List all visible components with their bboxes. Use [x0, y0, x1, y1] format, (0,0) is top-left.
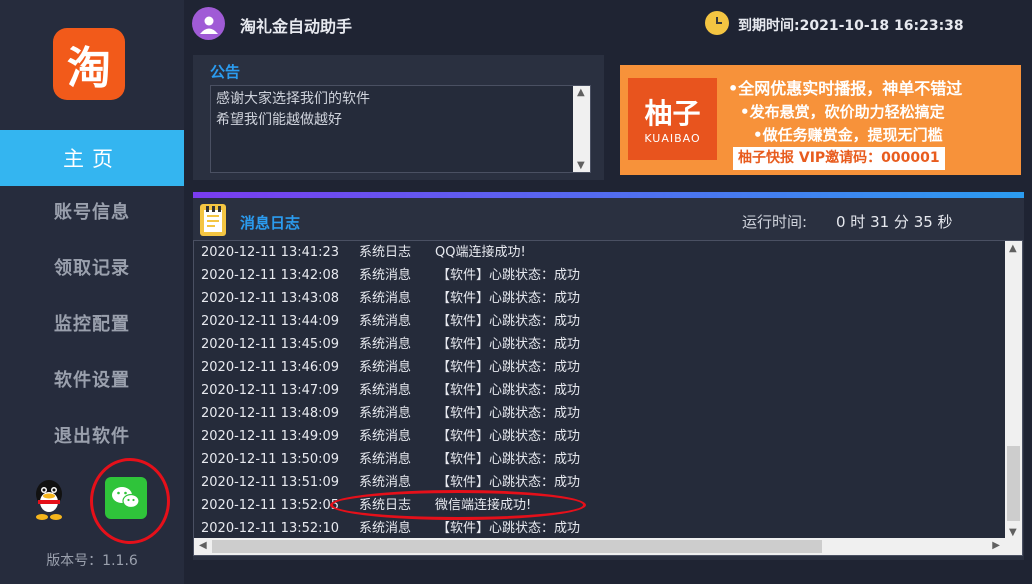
log-message: 【软件】心跳状态：成功 — [437, 429, 581, 444]
log-type: 系统消息 — [359, 268, 412, 283]
ad-logo-sub: KUAIBAO — [644, 132, 701, 145]
expiry-time: 到期时间:2021-10-18 16:23:38 — [738, 18, 964, 34]
notice-line: 感谢大家选择我们的软件 — [216, 91, 370, 107]
log-time: 2020-12-11 13:45:09 — [201, 337, 340, 352]
log-message: 【软件】心跳状态：成功 — [437, 452, 581, 467]
log-time: 2020-12-11 13:42:08 — [201, 268, 340, 283]
notice-line: 希望我们能越做越好 — [216, 112, 342, 128]
log-time: 2020-12-11 13:44:09 — [201, 314, 340, 329]
log-type: 系统日志 — [359, 245, 412, 260]
log-message: 【软件】心跳状态：成功 — [437, 406, 581, 421]
log-message: 【软件】心跳状态：成功 — [437, 360, 581, 375]
log-time: 2020-12-11 13:49:09 — [201, 429, 340, 444]
log-message: 【软件】心跳状态：成功 — [437, 291, 581, 306]
notice-text: 感谢大家选择我们的软件 希望我们能越做越好 — [216, 89, 370, 131]
log-list[interactable]: 2020-12-11 13:41:23 系统日志 QQ端连接成功! 2020-12-1… — [193, 240, 1023, 556]
log-time: 2020-12-11 13:43:08 — [201, 291, 340, 306]
log-message: 【软件】心跳状态：成功 — [437, 337, 581, 352]
sidebar-item-home[interactable]: 主页 — [0, 130, 184, 186]
qq-icon[interactable] — [32, 478, 66, 520]
scroll-down-arrow-icon[interactable]: ▼ — [1009, 527, 1017, 538]
log-type: 系统消息 — [359, 406, 412, 421]
annotation-circle — [330, 490, 586, 520]
ad-line-2: •发布悬赏，砍价助力轻松搞定 — [740, 103, 945, 121]
taobao-logo-icon: 淘 — [53, 28, 125, 100]
log-title: 消息日志 — [240, 214, 301, 232]
log-horizontal-scrollbar[interactable]: ◀ ▶ — [194, 538, 1022, 555]
log-type: 系统消息 — [359, 337, 412, 352]
log-time: 2020-12-11 13:41:23 — [201, 245, 340, 260]
notice-title: 公告 — [210, 63, 241, 81]
runtime-label: 运行时间: — [742, 213, 808, 231]
sidebar-item-records[interactable]: 领取记录 — [0, 239, 184, 295]
sidebar-item-monitor[interactable]: 监控配置 — [0, 295, 184, 351]
log-message: 【软件】心跳状态：成功 — [437, 383, 581, 398]
ad-line-1: •全网优惠实时播报，神单不错过 — [728, 79, 963, 98]
version-label: 版本号：1.1.6 — [46, 553, 138, 569]
log-type: 系统消息 — [359, 521, 412, 536]
scroll-up-arrow-icon[interactable]: ▲ — [577, 87, 585, 98]
ad-banner[interactable]: 柚子 KUAIBAO •全网优惠实时播报，神单不错过 •发布悬赏，砍价助力轻松搞… — [620, 65, 1021, 175]
log-time: 2020-12-11 13:47:09 — [201, 383, 340, 398]
scroll-thumb[interactable] — [1007, 446, 1020, 521]
log-time: 2020-12-11 13:52:05 — [201, 498, 340, 513]
log-message: QQ端连接成功! — [435, 245, 526, 260]
app-title: 淘礼金自动助手 — [240, 17, 353, 36]
log-type: 系统消息 — [359, 314, 412, 329]
annotation-circle — [90, 458, 170, 544]
sidebar: 淘 主页 账号信息 领取记录 监控配置 软件设置 退出软件 版本号：1.1.6 — [0, 0, 184, 584]
log-type: 系统消息 — [359, 383, 412, 398]
log-time: 2020-12-11 13:52:10 — [201, 521, 340, 536]
log-type: 系统消息 — [359, 452, 412, 467]
log-message: 【软件】心跳状态：成功 — [437, 268, 581, 283]
log-time: 2020-12-11 13:46:09 — [201, 360, 340, 375]
log-message: 【软件】心跳状态：成功 — [437, 314, 581, 329]
log-type: 系统消息 — [359, 429, 412, 444]
scroll-down-arrow-icon[interactable]: ▼ — [577, 160, 585, 171]
notepad-icon — [200, 204, 226, 236]
ad-logo-text: 柚子 — [644, 97, 701, 130]
scroll-right-arrow-icon[interactable]: ▶ — [992, 540, 1000, 551]
log-message: 【软件】心跳状态：成功 — [437, 521, 581, 536]
log-time: 2020-12-11 13:48:09 — [201, 406, 340, 421]
runtime-value: 0 时 31 分 35 秒 — [836, 213, 953, 231]
sidebar-item-exit[interactable]: 退出软件 — [0, 407, 184, 463]
log-vertical-scrollbar[interactable]: ▲ ▼ — [1005, 241, 1022, 540]
user-avatar-icon[interactable] — [192, 7, 225, 40]
sidebar-item-settings[interactable]: 软件设置 — [0, 351, 184, 407]
ad-line-3: •做任务赚赏金，提现无门槛 — [753, 126, 943, 144]
scroll-thumb[interactable] — [212, 540, 822, 553]
notice-scrollbar[interactable]: ▲ ▼ — [573, 86, 590, 172]
log-type: 系统消息 — [359, 291, 412, 306]
log-time: 2020-12-11 13:50:09 — [201, 452, 340, 467]
sidebar-item-account[interactable]: 账号信息 — [0, 183, 184, 239]
log-type: 系统消息 — [359, 360, 412, 375]
scroll-left-arrow-icon[interactable]: ◀ — [199, 540, 207, 551]
ad-invite-code: 柚子快报 VIP邀请码：000001 — [733, 147, 945, 170]
kuaibao-logo: 柚子 KUAIBAO — [628, 78, 717, 160]
clock-icon — [705, 11, 729, 35]
scroll-up-arrow-icon[interactable]: ▲ — [1009, 243, 1017, 254]
notice-textbox[interactable]: 感谢大家选择我们的软件 希望我们能越做越好 ▲ ▼ — [210, 85, 591, 173]
log-time: 2020-12-11 13:51:09 — [201, 475, 340, 490]
